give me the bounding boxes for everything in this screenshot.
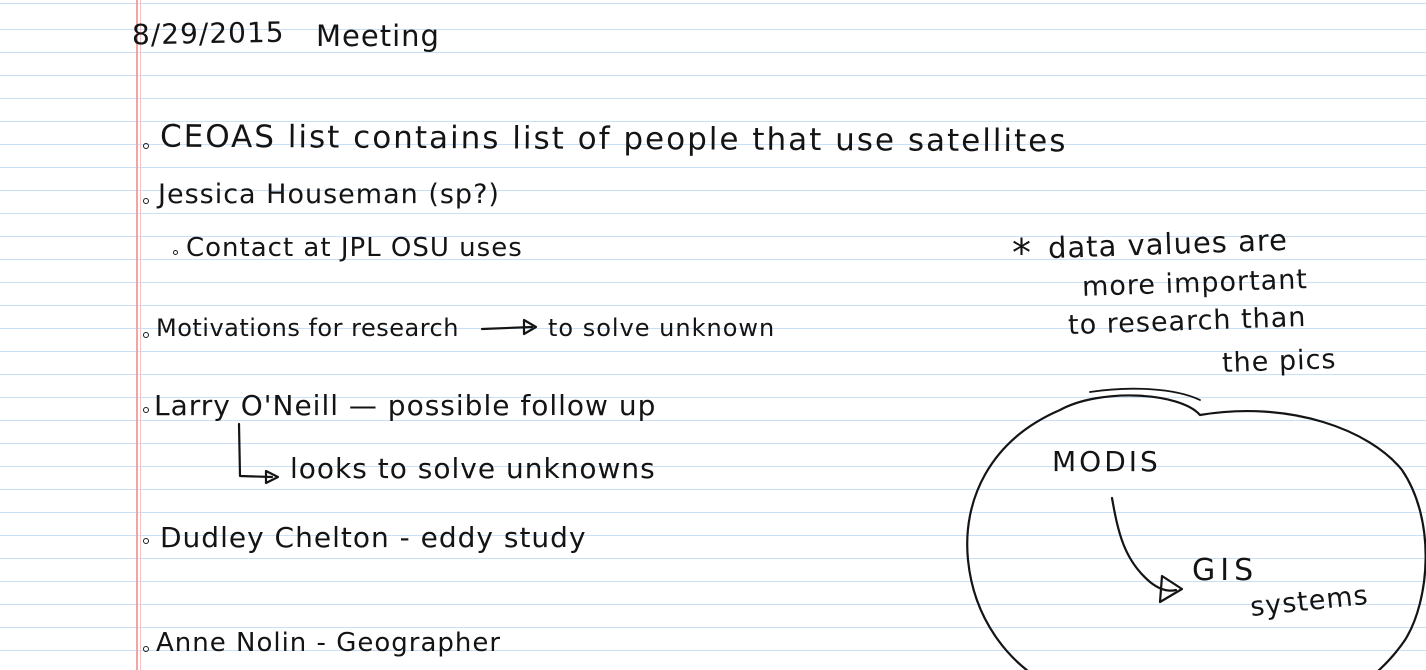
hook-arrow-icon	[237, 422, 280, 485]
notebook-page: 8/29/2015 Meeting CEOAS list contains li…	[0, 0, 1426, 670]
pen-strokes	[237, 318, 1426, 670]
diagram-circle-overshoot	[1089, 387, 1201, 401]
arrow-icon	[480, 318, 538, 336]
curved-arrow-icon	[1110, 496, 1184, 604]
diagram-circle	[966, 394, 1426, 670]
